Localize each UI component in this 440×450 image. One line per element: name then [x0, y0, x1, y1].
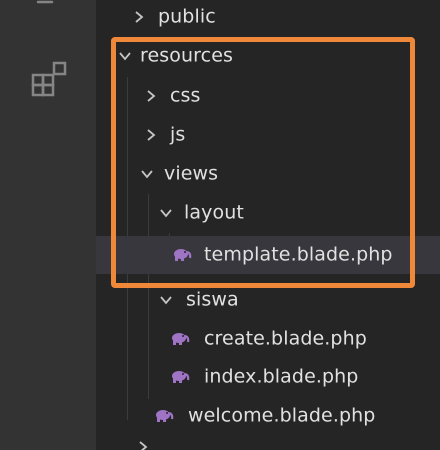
tree-item-label: views — [164, 162, 219, 185]
php-elephant-icon — [172, 333, 190, 345]
chevron-down-icon — [141, 170, 153, 179]
chevron-right-icon — [135, 11, 144, 23]
chevron-right-icon — [147, 90, 156, 102]
tree-folder-js[interactable]: js — [96, 116, 440, 154]
activity-bar — [0, 0, 96, 450]
php-elephant-icon — [156, 410, 174, 422]
tree-file-welcome-blade[interactable]: welcome.blade.php — [96, 397, 440, 435]
tree-folder-siswa[interactable]: siswa — [96, 281, 440, 319]
chevron-down-icon — [160, 296, 172, 305]
tree-item-label: js — [170, 123, 186, 146]
tree-file-template-blade[interactable]: template.blade.php — [96, 236, 440, 274]
tree-file-index-blade[interactable]: index.blade.php — [96, 358, 440, 396]
php-elephant-icon — [172, 371, 190, 383]
tree-folder-css[interactable]: css — [96, 77, 440, 115]
tree-item-label: welcome.blade.php — [188, 404, 376, 427]
tree-item-label: layout — [184, 201, 244, 224]
php-elephant-icon — [174, 249, 192, 261]
tree-item-label: css — [170, 84, 201, 107]
tree-folder-views[interactable]: views — [96, 155, 440, 193]
chevron-down-icon — [119, 52, 131, 61]
chevron-right-icon — [139, 441, 148, 450]
debug-icon[interactable] — [30, 0, 60, 14]
tree-file-create-blade[interactable]: create.blade.php — [96, 320, 440, 358]
tree-item-label: index.blade.php — [204, 365, 359, 388]
chevron-down-icon — [160, 209, 172, 218]
tree-item-label: create.blade.php — [204, 327, 367, 350]
chevron-right-icon — [147, 129, 156, 141]
tree-folder-layout[interactable]: layout — [96, 194, 440, 232]
tree-item-label: resources — [140, 44, 233, 67]
tree-folder-public[interactable]: public — [96, 0, 440, 36]
tree-item-label: template.blade.php — [204, 243, 393, 266]
tree-folder-resources[interactable]: resources — [96, 37, 440, 75]
tree-item-label: siswa — [186, 288, 239, 311]
explorer-tree: public resources css js views layout tem… — [96, 0, 440, 450]
extensions-icon[interactable] — [30, 60, 70, 100]
tree-item-label: public — [158, 5, 216, 28]
